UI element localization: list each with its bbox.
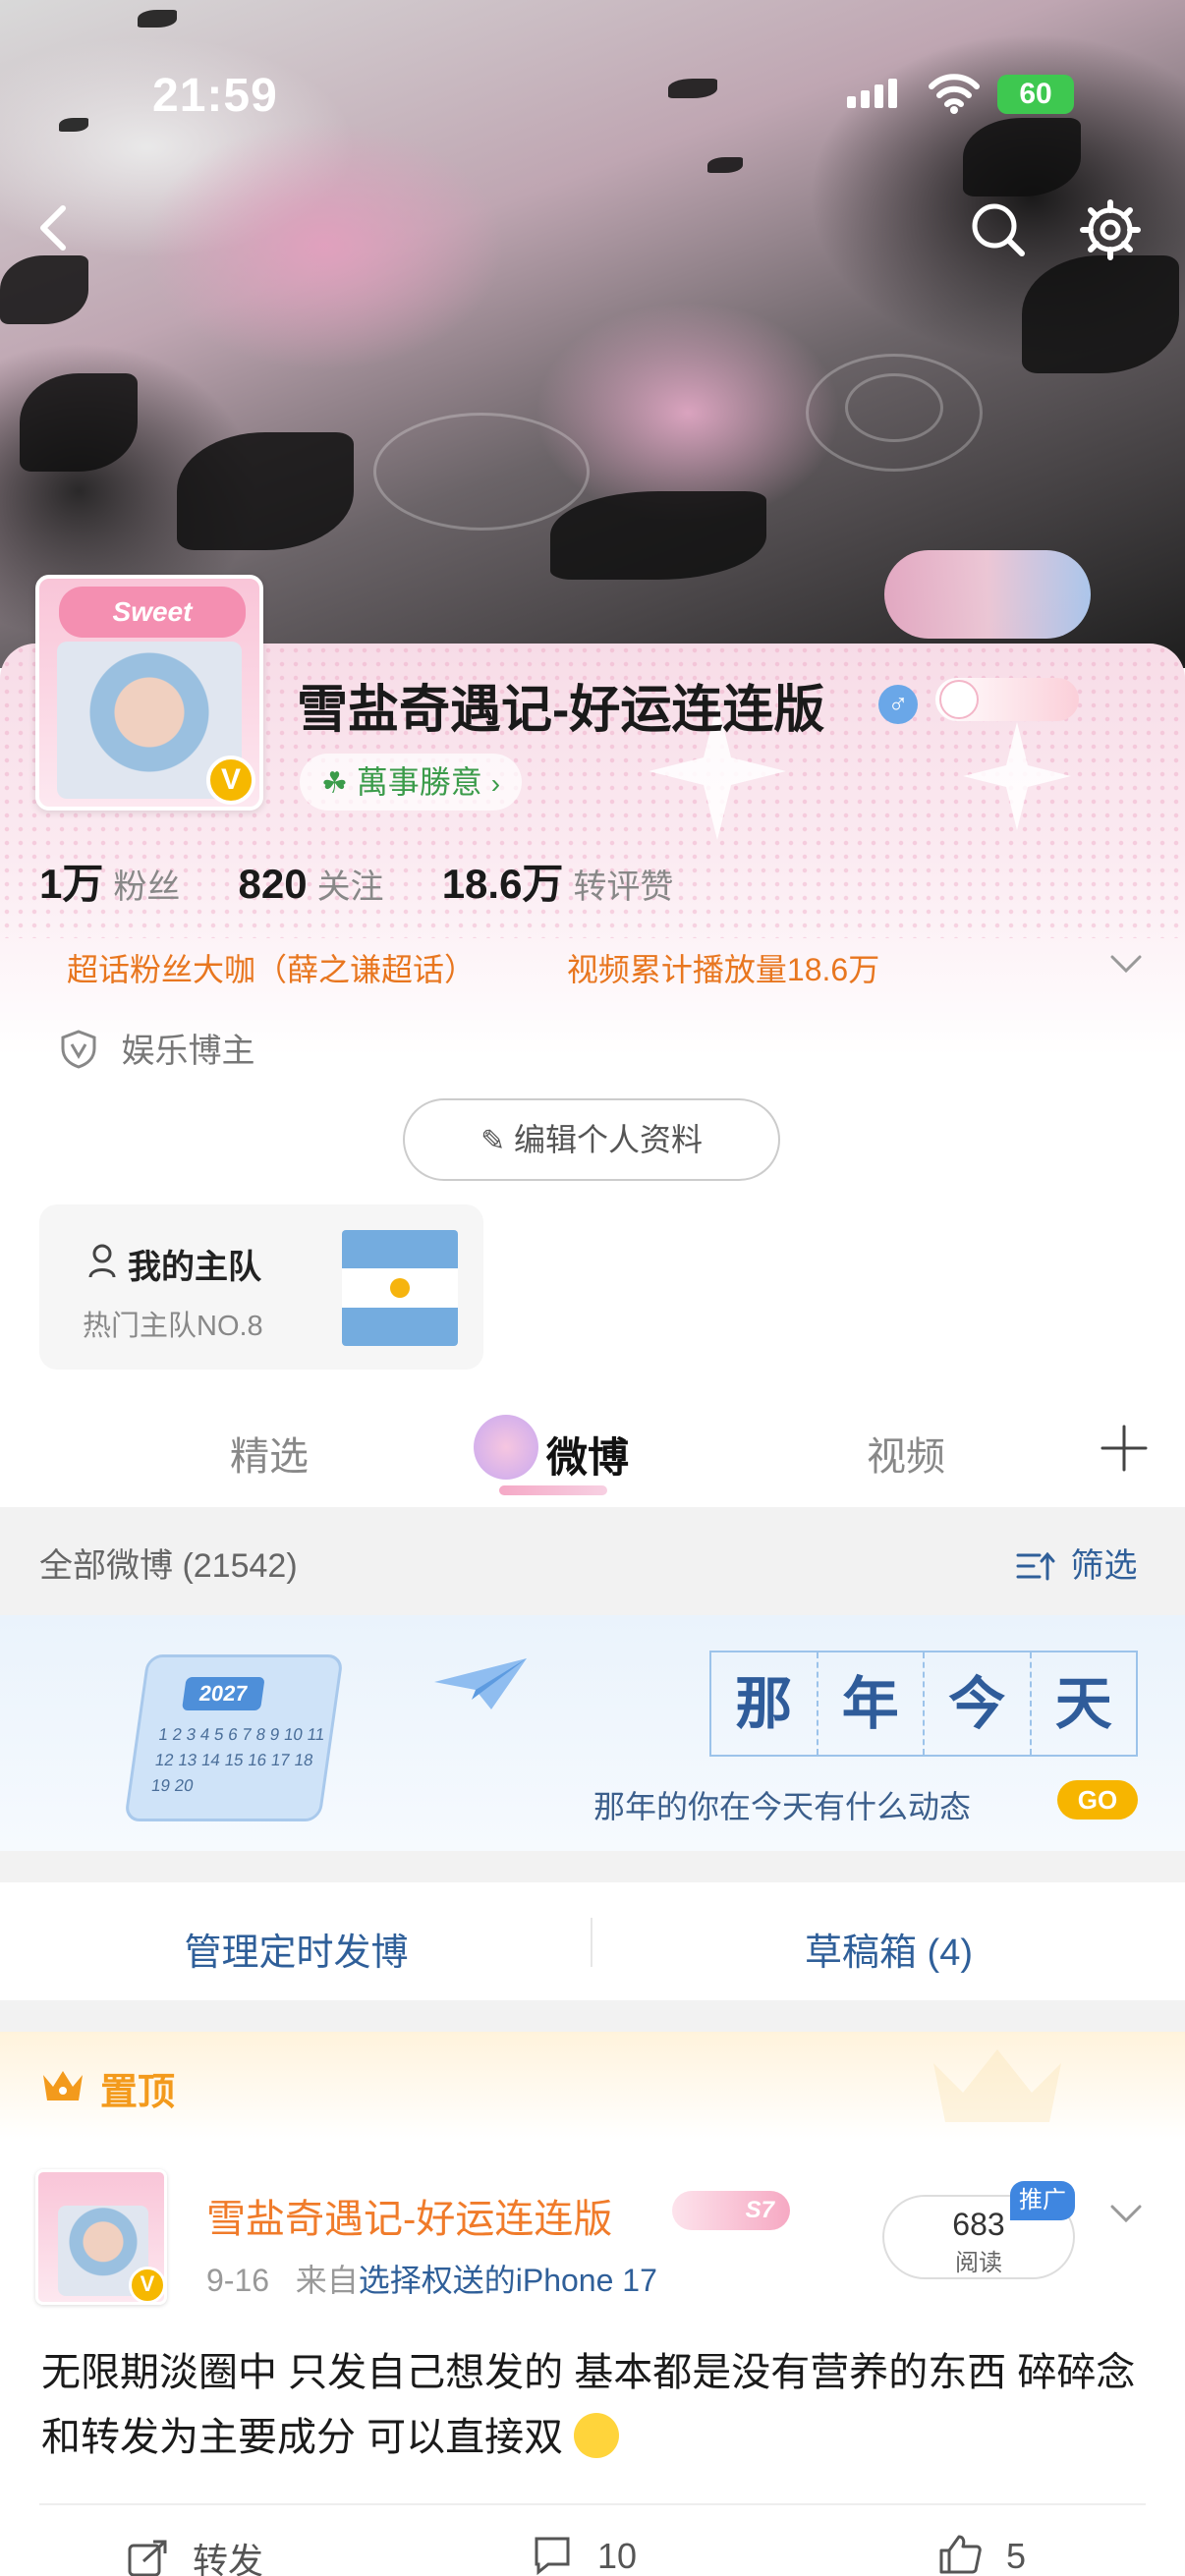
back-icon[interactable] (22, 196, 85, 259)
post-menu-chevron-down-icon[interactable] (1108, 2203, 1144, 2231)
profile-tabs: 精选 微博 视频 (0, 1395, 1185, 1503)
chevron-right-icon: › (490, 768, 501, 799)
title-char: 那 (711, 1652, 818, 1755)
followers-stat[interactable]: 1万 粉丝 (39, 861, 227, 907)
on-this-day-banner[interactable]: 2027 1 2 3 4 5 6 7 8 9 10 11 12 13 14 15… (0, 1615, 1185, 1851)
wifi-icon (928, 73, 981, 119)
status-time: 21:59 (152, 70, 278, 122)
filter-button[interactable]: 筛选 (1016, 1539, 1137, 1587)
clover-icon: ☘ (321, 767, 348, 800)
profile-tag[interactable]: 超话粉丝大咖（薛之谦超话） (67, 952, 476, 987)
title-char: 今 (925, 1652, 1032, 1755)
pinned-header: 置顶 (0, 2032, 1185, 2140)
emoji-icon (574, 2413, 620, 2458)
motto-text: 萬事勝意 (356, 764, 482, 800)
calendar-numbers: 1 2 3 4 5 6 7 8 9 10 11 12 13 14 15 16 1… (149, 1725, 326, 1795)
category-row[interactable]: 娱乐博主 (59, 1024, 254, 1072)
add-tab-plus-icon[interactable] (1099, 1423, 1150, 1479)
engagement-stat[interactable]: 18.6万 转评赞 (442, 861, 721, 907)
banner-subtitle: 那年的你在今天有什么动态 (593, 1788, 972, 1825)
section-divider (0, 1851, 1185, 1882)
calendar-year: 2027 (181, 1677, 265, 1710)
tab-active-indicator (499, 1485, 607, 1495)
tab-video[interactable]: 视频 (867, 1425, 945, 1482)
tab-weibo[interactable]: 微博 (546, 1425, 629, 1484)
following-stat[interactable]: 820 关注 (238, 861, 430, 907)
all-weibo-count[interactable]: 全部微博 (21542) (39, 1539, 298, 1587)
drafts-button[interactable]: 草稿箱 (4) (592, 1922, 1185, 1976)
read-label: 阅读 (955, 2250, 1002, 2276)
fan-badge-decoration[interactable] (935, 678, 1079, 721)
go-button[interactable]: GO (1057, 1780, 1138, 1820)
level-badge: S7 (672, 2191, 790, 2230)
shield-icon (61, 1030, 96, 1069)
profile-username: 雪盐奇遇记-好运连连版 (297, 682, 825, 739)
manage-row: 管理定时发博 草稿箱 (4) (0, 1882, 1185, 2000)
verified-badge-icon: V (129, 2267, 166, 2304)
divider (39, 2503, 1146, 2505)
repost-label: 转发 (193, 2541, 264, 2576)
tab-weibo-sticker-icon (474, 1415, 538, 1480)
male-gender-icon: ♂ (878, 685, 918, 724)
team-icon (88, 1244, 116, 1278)
profile-stats: 1万 粉丝 820 关注 18.6万 转评赞 (39, 851, 720, 911)
my-team-card[interactable]: 我的主队 热门主队NO.8 (39, 1204, 483, 1370)
post-source[interactable]: 选择权送的iPhone 17 (359, 2263, 657, 2298)
pinned-label: 置顶 (100, 2072, 176, 2113)
category-label: 娱乐博主 (121, 1033, 255, 1070)
crown-watermark-icon (933, 2049, 1061, 2122)
motto-badge[interactable]: ☘ 萬事勝意 › (300, 754, 523, 811)
post-avatar[interactable]: V (35, 2169, 167, 2305)
on-this-day-title: 那 年 今 天 (709, 1651, 1138, 1757)
cellular-signal-icon (847, 79, 902, 108)
promote-badge[interactable]: 推广 (1010, 2181, 1075, 2220)
title-char: 天 (1054, 1670, 1112, 1737)
team-title: 我的主队 (128, 1249, 261, 1286)
search-icon[interactable] (967, 198, 1030, 261)
like-button[interactable]: 5 (937, 2533, 1026, 2576)
battery-icon: 60 (997, 75, 1074, 114)
like-count: 5 (1006, 2536, 1027, 2576)
edit-profile-label: 编辑个人资料 (514, 1122, 704, 1157)
repost-button[interactable]: 转发 (126, 2533, 263, 2576)
comment-icon (535, 2537, 570, 2576)
filter-sort-icon (1016, 1551, 1055, 1581)
profile-tag[interactable]: 视频累计播放量18.6万 (567, 952, 879, 987)
profile-tags: 超话粉丝大咖（薛之谦超话） 视频累计播放量18.6万 (67, 945, 879, 990)
section-divider (0, 2000, 1185, 2032)
scheduled-posts-button[interactable]: 管理定时发博 (0, 1922, 592, 1976)
post-date: 9-16 (206, 2263, 270, 2298)
post-text: 无限期淡圈中 只发自己想发的 基本都是没有营养的东西 碎碎念和转发为主要成分 可… (41, 2340, 1152, 2470)
avatar-frame-label: Sweet (59, 587, 246, 638)
crown-icon (43, 2071, 83, 2100)
paper-plane-icon (432, 1654, 531, 1718)
bunny-icon (939, 680, 979, 719)
title-char: 年 (818, 1652, 925, 1755)
comment-count: 10 (597, 2536, 638, 2576)
team-rank: 热门主队NO.8 (83, 1311, 263, 1342)
edit-profile-button[interactable]: ✎ 编辑个人资料 (403, 1098, 780, 1181)
profile-avatar[interactable]: Sweet V (35, 575, 263, 811)
expand-chevron-down-icon[interactable] (1108, 953, 1144, 981)
calendar-illustration: 2027 1 2 3 4 5 6 7 8 9 10 11 12 13 14 15… (124, 1654, 344, 1821)
comment-button[interactable]: 10 (531, 2533, 637, 2576)
cover-sticker-decoration (884, 550, 1091, 639)
battery-level: 60 (1019, 78, 1052, 110)
filter-label: 筛选 (1070, 1547, 1138, 1585)
post-card[interactable]: V 雪盐奇遇记-好运连连版 S7 9-16 来自选择权送的iPhone 17 6… (0, 2140, 1185, 2576)
tab-featured[interactable]: 精选 (230, 1425, 309, 1482)
thumbs-up-icon (939, 2535, 982, 2574)
argentina-flag-icon (342, 1230, 458, 1346)
post-username[interactable]: 雪盐奇遇记-好运连连版 (206, 2187, 612, 2244)
settings-gear-icon[interactable] (1079, 198, 1142, 261)
pencil-icon: ✎ (480, 1125, 506, 1157)
post-from-prefix: 来自 (295, 2263, 359, 2298)
repost-icon (128, 2540, 167, 2576)
verified-badge-icon: V (206, 756, 255, 805)
status-bar: 21:59 60 (0, 0, 1185, 196)
post-meta: 9-16 来自选择权送的iPhone 17 (206, 2256, 657, 2301)
